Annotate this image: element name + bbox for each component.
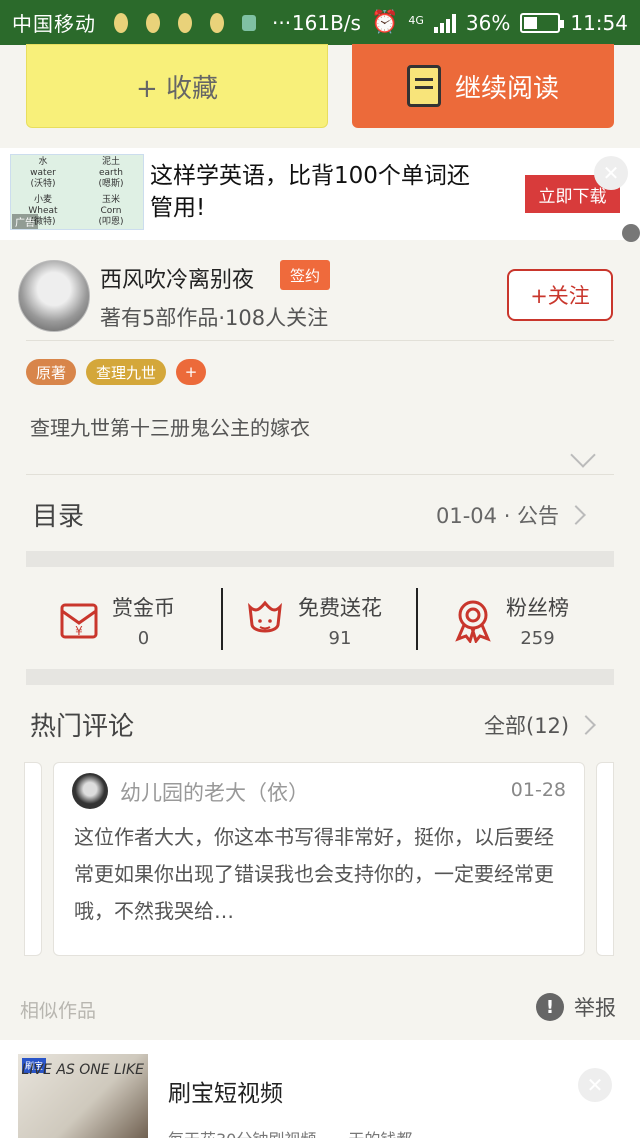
divider (26, 340, 614, 341)
add-tag-button[interactable]: + (176, 359, 207, 385)
book-icon (406, 65, 441, 107)
notification-icon (210, 12, 224, 33)
continue-reading-button[interactable]: 继续阅读 (352, 44, 614, 128)
ad-cell-en: earth (99, 168, 123, 178)
ad-image-cell: 泥土 earth (嗯斯) (79, 155, 143, 191)
ad-image-cell: 水 water (沃特) (11, 155, 75, 191)
book-description: 查理九世第十三册鬼公主的嫁衣 (30, 416, 310, 440)
hot-comments-title: 热门评论 (30, 712, 135, 742)
notification-icon (114, 12, 128, 33)
section-separator (26, 551, 614, 567)
follow-button[interactable]: +关注 (507, 269, 613, 321)
author-name[interactable]: 西风吹冷离别夜 (100, 262, 254, 294)
stat-label: 粉丝榜 (506, 595, 569, 620)
svg-text:¥: ¥ (75, 624, 83, 638)
stat-value: 91 (328, 627, 352, 649)
comment-card-prev[interactable] (24, 762, 42, 956)
ad-cell-cn: 玉米 (101, 195, 120, 205)
tag-item[interactable]: 原著 (26, 359, 77, 385)
continue-reading-label: 继续阅读 (454, 73, 559, 104)
ad-cell-cn: 泥土 (101, 157, 120, 167)
stat-label: 免费送花 (298, 595, 382, 620)
ad-cell-note: (沃特) (30, 179, 56, 189)
toc-latest[interactable]: 01-04 · 公告 (436, 500, 586, 530)
comment-card[interactable]: 幼儿园的老大（依） 01-28 这位作者大大，你这本书写得非常好，挺你，以后要经… (53, 762, 585, 956)
more-notifications-icon: ··· (272, 10, 292, 35)
ad-cell-cn: 水 (38, 157, 48, 167)
toc-latest-label: 01-04 · 公告 (436, 504, 560, 528)
ad-cell-note: (嗯斯) (98, 179, 124, 189)
report-label: 举报 (574, 996, 616, 1020)
collect-button[interactable]: + 收藏 (26, 44, 328, 128)
battery-icon (520, 12, 565, 33)
ad-subtitle: 每天花30分钟刷视频，一天的钱都 (168, 1126, 412, 1138)
stat-flower[interactable]: 免费送花 91 (242, 584, 382, 656)
divider (221, 588, 223, 650)
stat-label: 赏金币 (112, 595, 175, 620)
net-speed: 161B/s (291, 10, 361, 35)
tag-item[interactable]: 查理九世 (86, 359, 167, 385)
chevron-right-icon (566, 505, 586, 525)
collect-button-label: + 收藏 (135, 73, 219, 104)
ad-video-thumbnail: 刷宝 LIVE AS ONE LIKE (18, 1054, 148, 1138)
warning-icon: ! (536, 993, 564, 1021)
status-bar: 中国移动 ··· 161B/s ⏰ 4G 36% 11:54 (0, 0, 640, 45)
signed-badge: 签约 (280, 260, 331, 290)
clock: 11:54 (570, 10, 628, 35)
commenter-avatar[interactable] (72, 773, 108, 809)
ad-banner[interactable]: 水 water (沃特) 泥土 earth (嗯斯) 小麦 Wheat (微特)… (0, 148, 640, 240)
notification-icon (146, 12, 160, 33)
expand-chevron-icon[interactable] (570, 442, 596, 468)
ad-thumbnail-text: LIVE AS ONE LIKE (21, 1062, 144, 1078)
toc-title[interactable]: 目录 (32, 496, 84, 533)
ad-cell-en: Corn (100, 206, 122, 216)
ad-cell-cn: 小麦 (33, 195, 52, 205)
ad-headline: 这样学英语，比背100个单词还管用! (150, 163, 470, 221)
ad-close-icon[interactable]: ✕ (594, 156, 628, 190)
flower-icon (248, 600, 282, 633)
similar-works-title: 相似作品 (20, 1000, 97, 1022)
battery-percent: 36% (465, 10, 511, 35)
divider (26, 474, 614, 475)
ad-tag: 广告 (12, 214, 38, 229)
tag-list: 原著 查理九世 + (26, 359, 207, 385)
alarm-icon: ⏰ (370, 10, 399, 35)
report-button[interactable]: ! 举报 (536, 992, 616, 1022)
bottom-ad[interactable]: 刷宝 LIVE AS ONE LIKE 刷宝短视频 每天花30分钟刷视频，一天的… (0, 1040, 640, 1138)
stat-fans[interactable]: 粉丝榜 259 (450, 584, 569, 656)
chevron-right-icon (576, 715, 597, 735)
ad-title: 刷宝短视频 (168, 1081, 283, 1107)
network-type: 4G (408, 14, 424, 27)
red-envelope-icon: ¥ (60, 603, 98, 639)
divider (416, 588, 418, 650)
ad-cell-en: water (30, 168, 56, 178)
app-notification-icon (242, 14, 256, 31)
medal-icon (455, 600, 491, 643)
ad-cell-note: (叩恩) (98, 217, 124, 227)
author-subtitle: 著有5部作品·108人关注 (100, 306, 329, 330)
all-comments-link[interactable]: 全部(12) (484, 710, 597, 740)
comment-date: 01-28 (510, 779, 566, 801)
floating-menu-icon[interactable] (622, 224, 640, 242)
all-comments-label: 全部(12) (484, 714, 570, 738)
section-separator (26, 669, 614, 685)
stat-value: 0 (137, 627, 150, 649)
author-avatar[interactable] (18, 260, 90, 332)
comment-card-next[interactable] (596, 762, 614, 956)
comment-text: 这位作者大大，你这本书写得非常好，挺你，以后要经常更如果你出现了错误我也会支持你… (74, 825, 554, 923)
signal-icon (433, 13, 456, 33)
ad-close-icon[interactable]: ✕ (578, 1068, 612, 1102)
carrier-label: 中国移动 (12, 12, 96, 36)
commenter-name[interactable]: 幼儿园的老大（依） (120, 777, 309, 807)
stat-reward[interactable]: ¥ 赏金币 0 (56, 584, 175, 656)
ad-image-cell: 玉米 Corn (叩恩) (79, 193, 143, 229)
stat-value: 259 (520, 627, 555, 649)
notification-icon (178, 12, 192, 33)
